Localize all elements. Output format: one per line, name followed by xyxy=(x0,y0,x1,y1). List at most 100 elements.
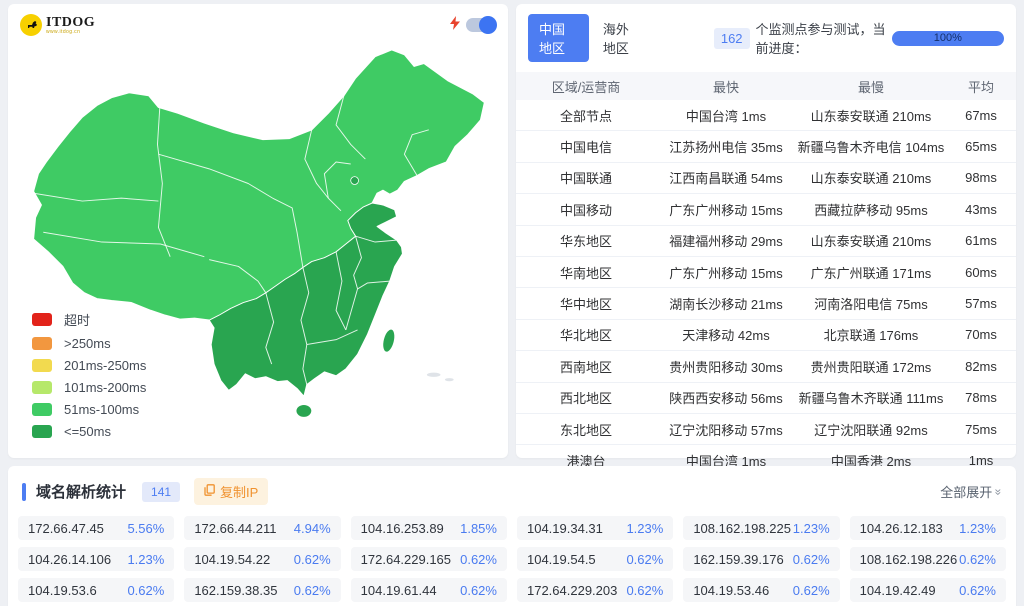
table-header-row: 区域/运营商 最快 最慢 平均 xyxy=(516,72,1016,100)
cell-average: 70ms xyxy=(946,327,1016,342)
itdog-logo[interactable]: ITDOG www.itdog.cn xyxy=(20,14,95,36)
cell-average: 43ms xyxy=(946,202,1016,217)
ip-address: 104.19.54.5 xyxy=(527,552,596,567)
ip-stat-chip[interactable]: 108.162.198.225 1.23% xyxy=(683,516,839,540)
map-taiwan-island[interactable] xyxy=(381,328,397,353)
ip-stat-chip[interactable]: 108.162.198.226 0.62% xyxy=(850,547,1006,571)
col-header-region: 区域/运营商 xyxy=(516,77,656,96)
ip-stat-chip[interactable]: 104.19.54.5 0.62% xyxy=(517,547,673,571)
table-row[interactable]: 华中地区 湖南长沙移动 21ms 河南洛阳电信 75ms 57ms xyxy=(516,288,1016,319)
progress-label: 个监测点参与测试，当前进度： xyxy=(756,19,892,57)
ip-stat-chip[interactable]: 104.19.54.22 0.62% xyxy=(184,547,340,571)
ip-address: 104.19.53.6 xyxy=(28,583,97,598)
brand-subtitle: www.itdog.cn xyxy=(46,30,95,35)
table-row[interactable]: 华北地区 天津移动 42ms 北京联通 176ms 70ms xyxy=(516,320,1016,351)
map-beijing-dot[interactable] xyxy=(351,177,359,185)
legend-item: 超时 xyxy=(32,310,146,329)
tab-china-region[interactable]: 中国地区 xyxy=(528,14,589,62)
tab-overseas-region[interactable]: 海外地区 xyxy=(603,19,642,57)
title-accent-bar xyxy=(22,483,26,501)
expand-all-label: 全部展开 xyxy=(940,482,992,501)
dog-logo-icon xyxy=(20,14,42,36)
toggle-knob xyxy=(479,16,497,34)
map-mode-toggle[interactable] xyxy=(466,18,496,32)
ip-stat-chip[interactable]: 172.64.229.203 0.62% xyxy=(517,578,673,602)
ip-address: 104.19.61.44 xyxy=(361,583,437,598)
china-map-panel: ITDOG www.itdog.cn xyxy=(8,4,508,458)
table-row[interactable]: 华东地区 福建福州移动 29ms 山东泰安联通 210ms 61ms xyxy=(516,226,1016,257)
table-row[interactable]: 中国联通 江西南昌联通 54ms 山东泰安联通 210ms 98ms xyxy=(516,163,1016,194)
ip-percentage: 0.62% xyxy=(959,583,996,598)
map-panel-header: ITDOG www.itdog.cn xyxy=(20,12,496,38)
legend-item: <=50ms xyxy=(32,424,146,439)
ip-percentage: 1.23% xyxy=(959,521,996,536)
cell-slowest: 西藏拉萨移动 95ms xyxy=(796,200,946,219)
legend-item: 51ms-100ms xyxy=(32,402,146,417)
cell-fastest: 江苏扬州电信 35ms xyxy=(656,137,796,156)
legend-label: 51ms-100ms xyxy=(64,402,139,417)
table-row[interactable]: 西北地区 陕西西安移动 56ms 新疆乌鲁木齐联通 111ms 78ms xyxy=(516,383,1016,414)
cell-region: 西北地区 xyxy=(516,388,656,407)
cell-slowest: 山东泰安联通 210ms xyxy=(796,168,946,187)
table-row[interactable]: 华南地区 广东广州移动 15ms 广东广州联通 171ms 60ms xyxy=(516,257,1016,288)
ip-stat-chip[interactable]: 172.64.229.165 0.62% xyxy=(351,547,507,571)
ip-stat-chip[interactable]: 104.19.34.31 1.23% xyxy=(517,516,673,540)
ip-percentage: 0.62% xyxy=(460,552,497,567)
ip-address: 162.159.39.176 xyxy=(693,552,783,567)
ip-address: 172.64.229.203 xyxy=(527,583,617,598)
cell-slowest: 广东广州联通 171ms xyxy=(796,263,946,282)
expand-all-button[interactable]: 全部展开 » xyxy=(940,482,1002,501)
legend-swatch xyxy=(32,313,52,326)
legend-swatch xyxy=(32,425,52,438)
ip-stat-chip[interactable]: 104.19.53.46 0.62% xyxy=(683,578,839,602)
ip-stat-chip[interactable]: 104.19.61.44 0.62% xyxy=(351,578,507,602)
table-row[interactable]: 全部节点 中国台湾 1ms 山东泰安联通 210ms 67ms xyxy=(516,100,1016,131)
ip-address: 104.19.53.46 xyxy=(693,583,769,598)
table-row[interactable]: 中国移动 广东广州移动 15ms 西藏拉萨移动 95ms 43ms xyxy=(516,194,1016,225)
cell-slowest: 山东泰安联通 210ms xyxy=(796,106,946,125)
cell-region: 中国移动 xyxy=(516,200,656,219)
results-header: 中国地区 海外地区 162 个监测点参与测试，当前进度： 100% xyxy=(516,4,1016,68)
table-row[interactable]: 中国电信 江苏扬州电信 35ms 新疆乌鲁木齐电信 104ms 65ms xyxy=(516,131,1016,162)
cell-slowest: 北京联通 176ms xyxy=(796,325,946,344)
ip-percentage: 0.62% xyxy=(626,583,663,598)
itdog-ping-page: { "app": { "brand": "ITDOG", "brand_sub"… xyxy=(0,0,1024,606)
ip-stat-chip[interactable]: 172.66.47.45 5.56% xyxy=(18,516,174,540)
ip-stat-chip[interactable]: 104.26.12.183 1.23% xyxy=(850,516,1006,540)
legend-swatch xyxy=(32,403,52,416)
cell-fastest: 贵州贵阳移动 30ms xyxy=(656,357,796,376)
legend-item: 201ms-250ms xyxy=(32,358,146,373)
ip-address: 104.19.34.31 xyxy=(527,521,603,536)
ip-stat-chip[interactable]: 104.16.253.89 1.85% xyxy=(351,516,507,540)
ip-stat-chip[interactable]: 162.159.39.176 0.62% xyxy=(683,547,839,571)
ip-percentage: 1.23% xyxy=(626,521,663,536)
ip-stat-chip[interactable]: 172.66.44.211 4.94% xyxy=(184,516,340,540)
cell-region: 全部节点 xyxy=(516,106,656,125)
ip-stat-chip[interactable]: 104.26.14.106 1.23% xyxy=(18,547,174,571)
cell-fastest: 陕西西安移动 56ms xyxy=(656,388,796,407)
resolved-ip-count-badge: 141 xyxy=(142,482,180,502)
ip-percentage: 1.23% xyxy=(793,521,830,536)
table-row[interactable]: 西南地区 贵州贵阳移动 30ms 贵州贵阳联通 172ms 82ms xyxy=(516,351,1016,382)
map-hainan-island[interactable] xyxy=(296,405,312,418)
ip-stat-chip[interactable]: 104.19.42.49 0.62% xyxy=(850,578,1006,602)
cell-region: 西南地区 xyxy=(516,357,656,376)
ip-stat-chip[interactable]: 162.159.38.35 0.62% xyxy=(184,578,340,602)
cell-slowest: 山东泰安联通 210ms xyxy=(796,231,946,250)
dns-stats-panel: 域名解析统计 141 复制IP 全部展开 » 172.66.47.45 5.56… xyxy=(8,466,1016,606)
copy-ip-button[interactable]: 复制IP xyxy=(194,478,268,505)
cell-slowest: 河南洛阳电信 75ms xyxy=(796,294,946,313)
ip-stat-chip[interactable]: 104.19.53.6 0.62% xyxy=(18,578,174,602)
cell-region: 华东地区 xyxy=(516,231,656,250)
cell-fastest: 江西南昌联通 54ms xyxy=(656,168,796,187)
table-row[interactable]: 东北地区 辽宁沈阳移动 57ms 辽宁沈阳联通 92ms 75ms xyxy=(516,414,1016,445)
cell-region: 华北地区 xyxy=(516,325,656,344)
latency-table: 区域/运营商 最快 最慢 平均 全部节点 中国台湾 1ms 山东泰安联通 210… xyxy=(516,72,1016,477)
copy-icon xyxy=(204,484,215,499)
legend-item: 101ms-200ms xyxy=(32,380,146,395)
cell-average: 67ms xyxy=(946,108,1016,123)
latency-legend: 超时 >250ms 201ms-250ms 101ms-200ms 51ms-1… xyxy=(32,310,146,439)
cell-slowest: 辽宁沈阳联通 92ms xyxy=(796,420,946,439)
ip-percentage: 0.62% xyxy=(793,583,830,598)
ip-address: 162.159.38.35 xyxy=(194,583,277,598)
